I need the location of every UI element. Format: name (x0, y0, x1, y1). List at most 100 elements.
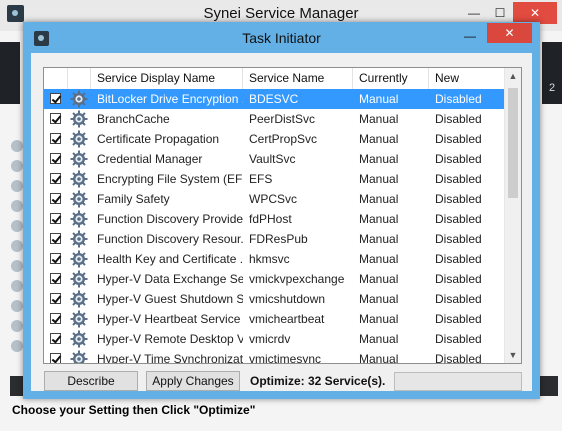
dialog-titlebar: Task Initiator — ✕ (23, 22, 540, 53)
table-row[interactable]: Hyper-V Data Exchange Se... vmickvpexchan… (44, 269, 505, 289)
apply-changes-button[interactable]: Apply Changes (146, 371, 240, 391)
gear-icon (11, 220, 23, 232)
optimize-count-label: Optimize: 32 Service(s). (250, 374, 386, 388)
cell-display-name: BranchCache (97, 112, 170, 126)
table-row[interactable]: Hyper-V Remote Desktop Vi... vmicrdv Manua… (44, 329, 505, 349)
cell-display-name: Family Safety (97, 192, 170, 206)
gear-icon (11, 320, 23, 332)
table-row[interactable]: Hyper-V Heartbeat Service vmicheartbeat Ma… (44, 309, 505, 329)
row-checkbox[interactable] (50, 253, 61, 264)
table-row[interactable]: Function Discovery Provider... fdPHost Man… (44, 209, 505, 229)
cell-display-name: Hyper-V Time Synchronizati... (97, 352, 243, 364)
gear-icon (11, 140, 23, 152)
cell-currently: Manual (359, 292, 399, 306)
table-row[interactable]: Health Key and Certificate ... hkmsvc Manu… (44, 249, 505, 269)
cell-service-name: WPCSvc (249, 192, 297, 206)
table-row[interactable]: Encrypting File System (EFS) EFS Manual Dis… (44, 169, 505, 189)
scroll-up-arrow[interactable]: ▲ (505, 68, 521, 84)
column-header-service-name[interactable]: Service Name (243, 68, 353, 89)
cell-new: Disabled (435, 172, 482, 186)
row-checkbox[interactable] (50, 173, 61, 184)
service-gear-icon (70, 230, 88, 248)
cell-service-name: FDResPub (249, 232, 308, 246)
cell-currently: Manual (359, 172, 399, 186)
service-gear-icon (70, 290, 88, 308)
dialog-minimize-button[interactable]: — (457, 26, 483, 46)
table-row[interactable]: Function Discovery Resour... FDResPub Manu… (44, 229, 505, 249)
services-listview[interactable]: Service Display Name Service Name Curren… (43, 67, 522, 364)
row-checkbox[interactable] (50, 133, 61, 144)
row-checkbox[interactable] (50, 153, 61, 164)
dialog-client-area: Service Display Name Service Name Curren… (31, 53, 532, 391)
row-checkbox[interactable] (50, 93, 61, 104)
cell-new: Disabled (435, 232, 482, 246)
cell-service-name: EFS (249, 172, 273, 186)
row-checkbox[interactable] (50, 113, 61, 124)
listview-header: Service Display Name Service Name Curren… (44, 68, 505, 90)
column-header-new[interactable]: New (429, 68, 505, 89)
cell-currently: Manual (359, 132, 399, 146)
outer-bottom-right-block (540, 376, 558, 396)
table-row[interactable]: Hyper-V Guest Shutdown S... vmicshutdown M… (44, 289, 505, 309)
table-row[interactable]: BranchCache PeerDistSvc Manual Disabled (44, 109, 505, 129)
table-row[interactable]: Hyper-V Time Synchronizati... vmictimesyn… (44, 349, 505, 364)
table-row[interactable]: Credential Manager VaultSvc Manual Disabled (44, 149, 505, 169)
service-gear-icon (70, 130, 88, 148)
task-initiator-dialog: Task Initiator — ✕ Service Display Name … (23, 22, 540, 399)
cell-new: Disabled (435, 312, 482, 326)
cell-currently: Manual (359, 152, 399, 166)
row-checkbox[interactable] (50, 333, 61, 344)
cell-currently: Manual (359, 252, 399, 266)
outer-dark-strip-left (0, 42, 20, 104)
row-checkbox[interactable] (50, 233, 61, 244)
row-checkbox[interactable] (50, 293, 61, 304)
cell-new: Disabled (435, 152, 482, 166)
cell-service-name: VaultSvc (249, 152, 296, 166)
listview-rows: BitLocker Drive Encryption ... BDESVC Manu… (44, 89, 505, 364)
scrollbar-thumb[interactable] (508, 88, 518, 198)
service-gear-icon (70, 270, 88, 288)
service-gear-icon (70, 350, 88, 363)
table-row[interactable]: BitLocker Drive Encryption ... BDESVC Manu… (44, 89, 505, 109)
outer-close-button[interactable]: ✕ (513, 2, 557, 24)
gear-icon (11, 180, 23, 192)
row-checkbox[interactable] (50, 193, 61, 204)
listview-vertical-scrollbar[interactable]: ▲ ▼ (504, 68, 521, 363)
cell-display-name: BitLocker Drive Encryption ... (97, 92, 243, 106)
column-header-display-name[interactable]: Service Display Name (91, 68, 243, 89)
cell-new: Disabled (435, 212, 482, 226)
cell-display-name: Hyper-V Data Exchange Se... (97, 272, 243, 286)
row-checkbox[interactable] (50, 273, 61, 284)
cell-currently: Manual (359, 92, 399, 106)
column-header-currently[interactable]: Currently (353, 68, 429, 89)
outer-window-controls: — ☐ ✕ (461, 2, 557, 24)
row-checkbox[interactable] (50, 313, 61, 324)
row-checkbox[interactable] (50, 353, 61, 363)
cell-new: Disabled (435, 332, 482, 346)
cell-service-name: vmicheartbeat (249, 312, 325, 326)
column-header-check[interactable] (44, 68, 68, 89)
outer-minimize-button[interactable]: — (461, 2, 487, 24)
table-row[interactable]: Family Safety WPCSvc Manual Disabled (44, 189, 505, 209)
cell-new: Disabled (435, 352, 482, 364)
cell-currently: Manual (359, 332, 399, 346)
service-gear-icon (70, 170, 88, 188)
cell-service-name: vmicshutdown (249, 292, 326, 306)
column-header-icon[interactable] (68, 68, 91, 89)
service-gear-icon (70, 190, 88, 208)
cell-new: Disabled (435, 292, 482, 306)
service-gear-icon (70, 110, 88, 128)
describe-button[interactable]: Describe (44, 371, 138, 391)
outer-maximize-button[interactable]: ☐ (487, 2, 513, 24)
cell-new: Disabled (435, 252, 482, 266)
cell-service-name: vmickvpexchange (249, 272, 345, 286)
cell-display-name: Credential Manager (97, 152, 203, 166)
cell-display-name: Hyper-V Remote Desktop Vi... (97, 332, 243, 346)
cell-display-name: Hyper-V Guest Shutdown S... (97, 292, 243, 306)
scroll-down-arrow[interactable]: ▼ (505, 347, 521, 363)
table-row[interactable]: Certificate Propagation CertPropSvc Manual… (44, 129, 505, 149)
cell-display-name: Health Key and Certificate ... (97, 252, 243, 266)
dialog-close-button[interactable]: ✕ (487, 23, 532, 43)
row-checkbox[interactable] (50, 213, 61, 224)
service-gear-icon (70, 150, 88, 168)
